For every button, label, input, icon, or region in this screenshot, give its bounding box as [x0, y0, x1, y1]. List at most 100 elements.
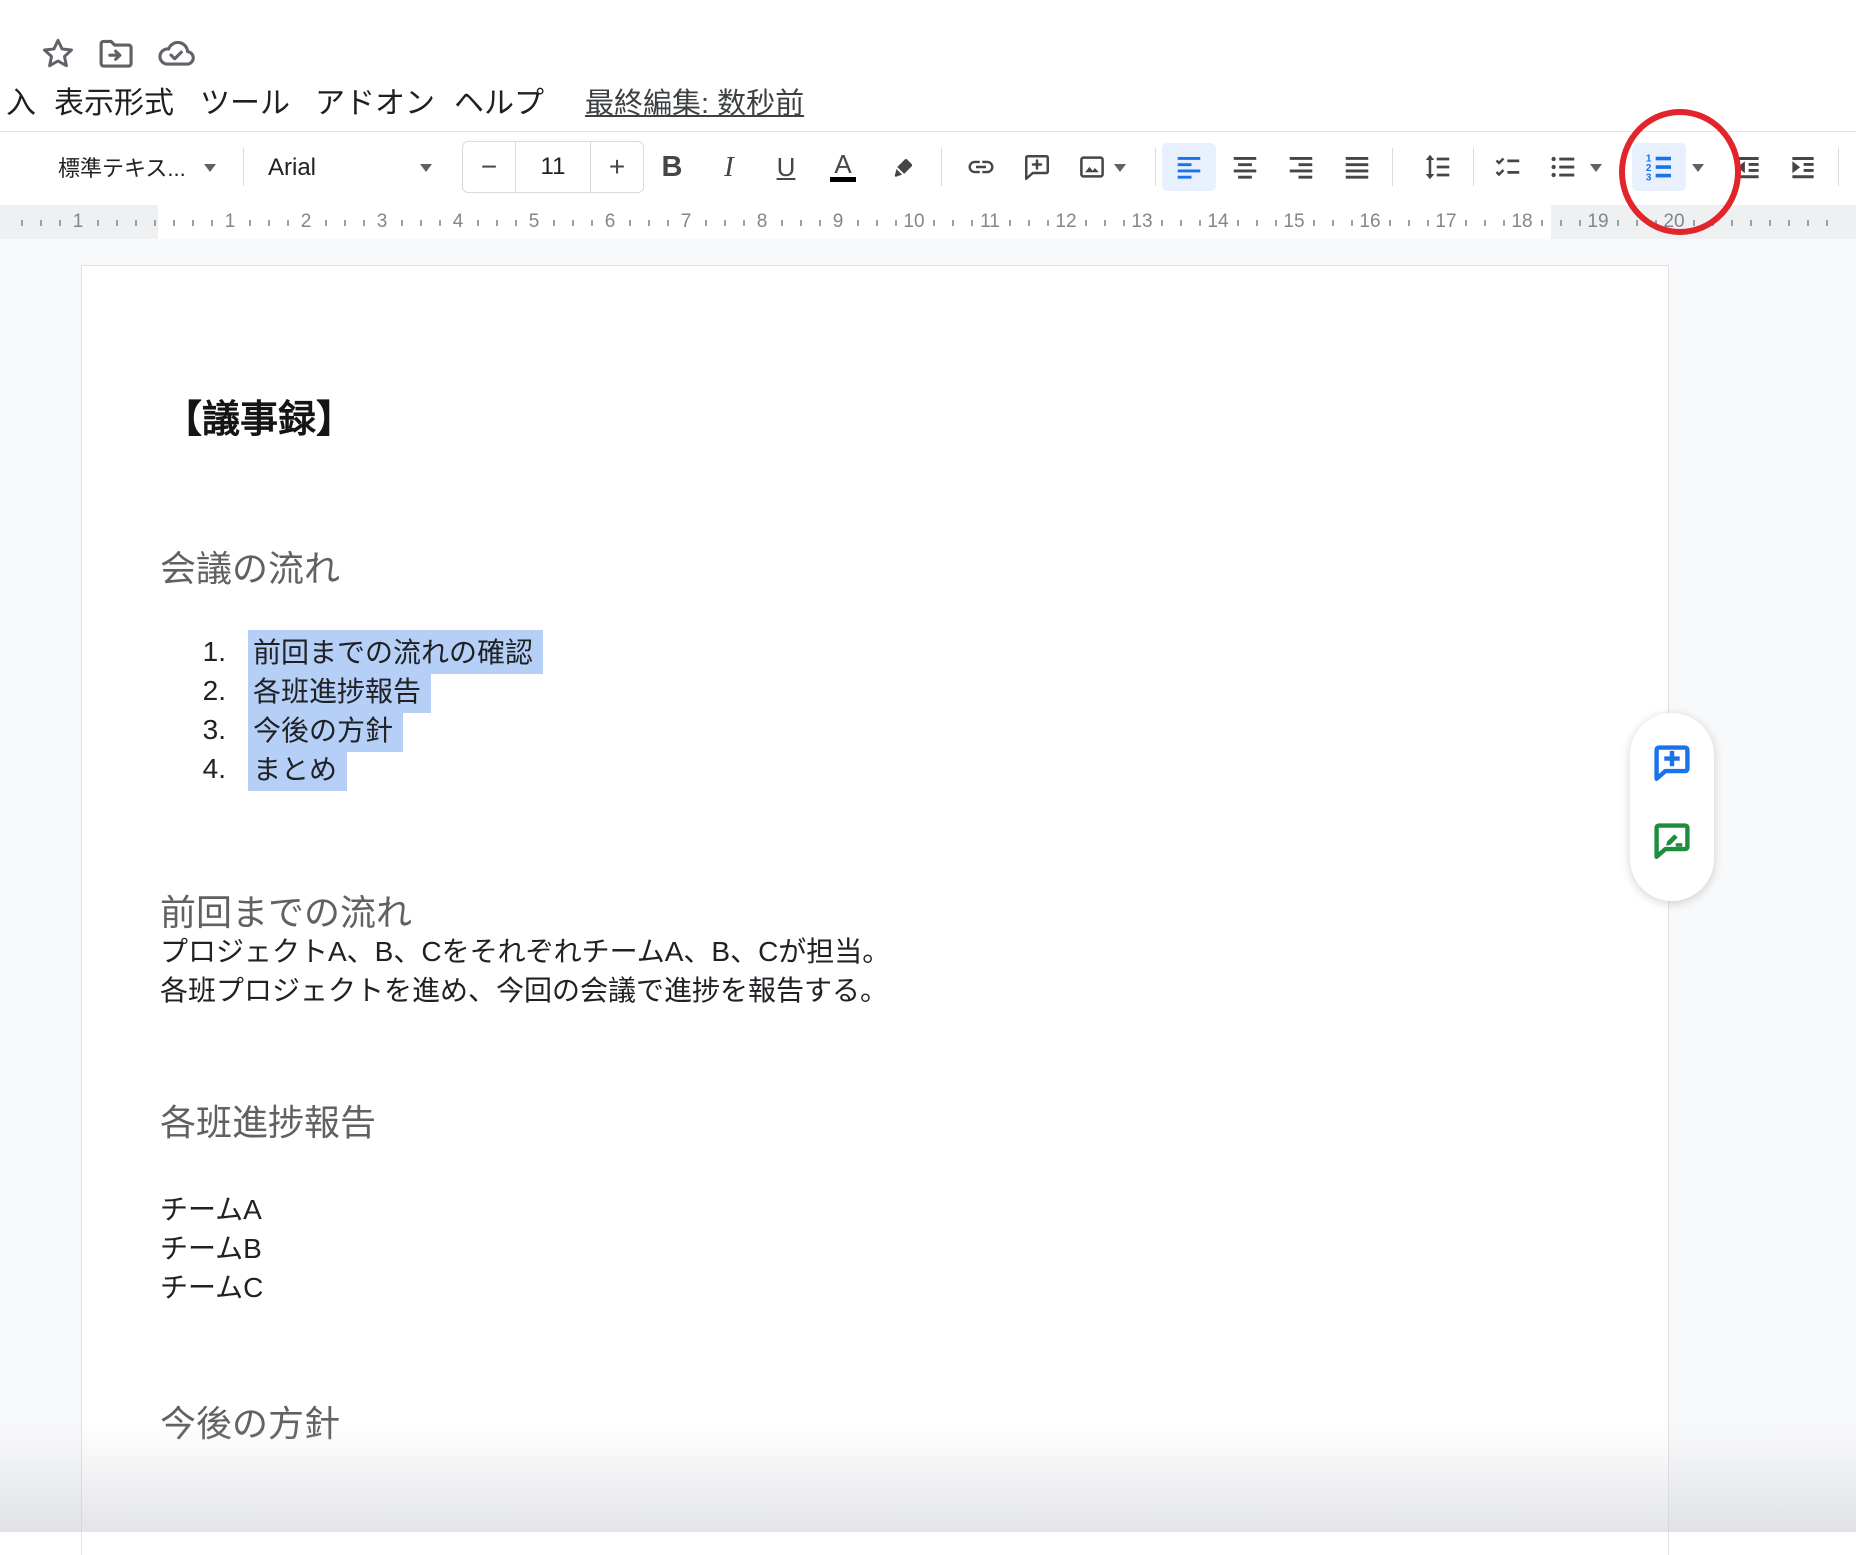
add-comment-button[interactable]	[1014, 144, 1060, 190]
add-comment-floating-button[interactable]	[1644, 735, 1700, 791]
chevron-down-icon[interactable]	[1590, 164, 1602, 178]
decrease-font-size-button[interactable]: −	[463, 142, 515, 192]
ruler-number: 18	[1507, 211, 1536, 233]
selected-text: 今後の方針	[248, 708, 403, 752]
ruler-number: 10	[899, 211, 928, 233]
numbered-list-button[interactable]: 1 2 3	[1632, 143, 1686, 191]
document-page[interactable]: 【議事録】 会議の流れ 1. 前回までの流れの確認 2. 各班進捗報告 3. 今…	[81, 265, 1669, 1555]
checklist-button[interactable]	[1485, 144, 1531, 190]
justify-button[interactable]	[1334, 144, 1380, 190]
suggest-edit-icon	[1650, 819, 1694, 863]
ruler-number: 15	[1279, 211, 1308, 233]
justify-icon	[1342, 152, 1372, 182]
line-spacing-icon	[1423, 152, 1453, 182]
horizontal-ruler[interactable]: 1 1 2 3 4 5 6 7 8 9 10 11 12 13 14 15 16…	[0, 205, 1856, 239]
toolbar-divider	[243, 148, 244, 186]
underline-button[interactable]: U	[763, 144, 809, 190]
ruler-number: 13	[1127, 211, 1156, 233]
ruler-number: 14	[1203, 211, 1232, 233]
align-left-icon	[1174, 152, 1204, 182]
toolbar-divider	[941, 148, 942, 186]
ruler-number: 1	[221, 211, 240, 233]
underline-icon: U	[777, 152, 796, 183]
list-item: 3. 今後の方針	[160, 710, 543, 749]
last-edit-link[interactable]: 最終編集: 数秒前	[585, 84, 804, 124]
list-item: 1. 前回までの流れの確認	[160, 632, 543, 671]
ruler-number: 20	[1659, 211, 1688, 233]
ruler-number: 9	[829, 211, 848, 233]
bulleted-list-button[interactable]	[1540, 144, 1586, 190]
highlighter-icon	[891, 152, 921, 182]
numbered-list-icon: 1 2 3	[1643, 151, 1675, 183]
ruler-number: 4	[449, 211, 468, 233]
document-canvas: 【議事録】 会議の流れ 1. 前回までの流れの確認 2. 各班進捗報告 3. 今…	[0, 239, 1856, 1532]
text-color-icon: A	[830, 153, 856, 182]
toolbar-divider	[1473, 148, 1474, 186]
increase-font-size-button[interactable]: +	[591, 142, 643, 192]
agenda-list: 1. 前回までの流れの確認 2. 各班進捗報告 3. 今後の方針 4. まとめ	[160, 632, 543, 788]
font-family-selector[interactable]: Arial	[268, 151, 316, 185]
heading-progress: 各班進捗報告	[160, 1094, 376, 1146]
list-number: 2.	[160, 675, 226, 707]
team-list: チームA チームB チームC	[160, 1190, 263, 1307]
list-item: 2. 各班進捗報告	[160, 671, 543, 710]
ruler-number: 16	[1355, 211, 1384, 233]
highlight-color-button[interactable]	[883, 144, 929, 190]
list-number: 4.	[160, 753, 226, 785]
menu-item-insert-partial[interactable]: 入	[6, 82, 36, 126]
menu-item-tools[interactable]: ツール	[200, 82, 290, 126]
font-size-group: − 11 +	[462, 141, 644, 193]
heading-previous: 前回までの流れ	[160, 884, 412, 936]
decrease-indent-button[interactable]	[1725, 144, 1771, 190]
paragraph: プロジェクトA、B、CをそれぞれチームA、B、Cが担当。 各班プロジェクトを進め…	[160, 932, 890, 1010]
menu-item-format[interactable]: 表示形式	[54, 82, 174, 126]
cloud-check-icon	[154, 32, 198, 76]
list-number: 3.	[160, 714, 226, 746]
svg-text:3: 3	[1646, 172, 1652, 183]
selected-text: まとめ	[248, 747, 347, 791]
team-line: チームB	[160, 1229, 263, 1268]
cloud-status-button[interactable]	[152, 30, 200, 78]
ruler-number: 17	[1431, 211, 1460, 233]
line-spacing-button[interactable]	[1415, 144, 1461, 190]
chevron-down-icon[interactable]	[1114, 164, 1126, 178]
text-color-button[interactable]: A	[820, 144, 866, 190]
bold-button[interactable]: B	[649, 144, 695, 190]
paragraph-line: 各班プロジェクトを進め、今回の会議で進捗を報告する。	[160, 971, 890, 1010]
floating-action-pill	[1630, 713, 1714, 901]
menu-item-help[interactable]: ヘルプ	[454, 82, 544, 126]
menu-item-addons[interactable]: アドオン	[315, 82, 435, 126]
align-left-button[interactable]	[1162, 143, 1216, 191]
align-center-icon	[1230, 152, 1260, 182]
insert-image-button[interactable]	[1069, 144, 1115, 190]
folder-move-icon	[95, 33, 137, 75]
align-center-button[interactable]	[1222, 144, 1268, 190]
ruler-number: 12	[1051, 211, 1080, 233]
menu-divider	[0, 131, 1856, 132]
suggest-edits-button[interactable]	[1644, 813, 1700, 869]
list-item: 4. まとめ	[160, 749, 543, 788]
chevron-down-icon[interactable]	[204, 164, 216, 178]
ruler-number: 1	[69, 211, 88, 233]
move-button[interactable]	[92, 30, 140, 78]
toolbar-divider	[1155, 148, 1156, 186]
align-right-button[interactable]	[1278, 144, 1324, 190]
insert-link-button[interactable]	[958, 144, 1004, 190]
toolbar-divider	[1838, 148, 1839, 186]
ruler-number: 3	[373, 211, 392, 233]
paragraph-style-selector[interactable]: 標準テキス...	[58, 152, 186, 186]
increase-indent-button[interactable]	[1780, 144, 1826, 190]
link-icon	[966, 152, 996, 182]
add-comment-icon	[1650, 741, 1694, 785]
star-button[interactable]	[34, 30, 82, 78]
bold-icon: B	[662, 151, 683, 184]
team-line: チームC	[160, 1268, 263, 1307]
font-size-input[interactable]: 11	[515, 142, 591, 192]
ruler-number: 8	[753, 211, 772, 233]
document-title: 【議事録】	[164, 388, 354, 443]
chevron-down-icon[interactable]	[420, 164, 432, 178]
italic-button[interactable]: I	[706, 144, 752, 190]
chevron-down-icon[interactable]	[1692, 164, 1704, 178]
image-icon	[1077, 152, 1107, 182]
ruler-number: 11	[976, 211, 1004, 233]
